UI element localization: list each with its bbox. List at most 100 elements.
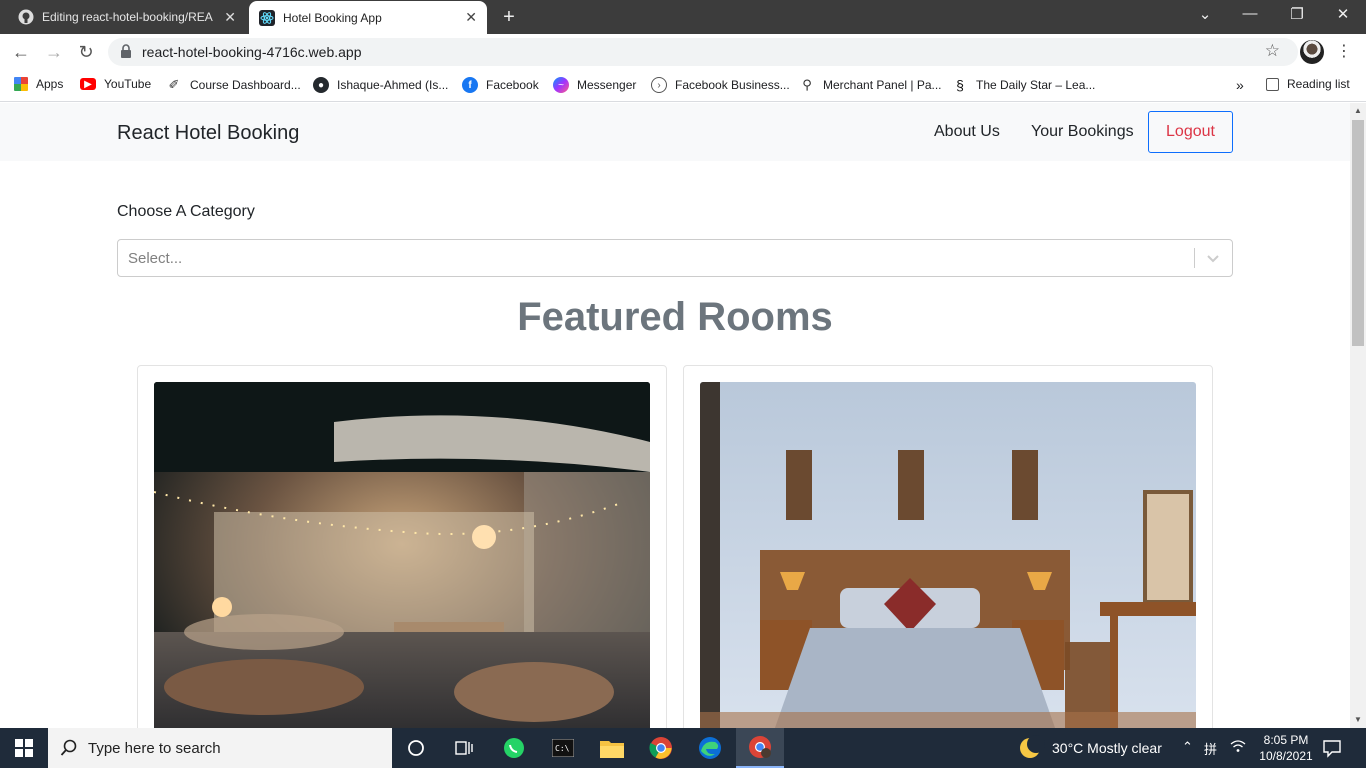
weather-text: 30°C Mostly clear <box>1052 740 1162 756</box>
profile-avatar[interactable] <box>1300 40 1324 64</box>
bookmark-facebook-business[interactable]: › Facebook Business... <box>651 77 790 93</box>
bookmark-star-icon[interactable]: ☆ <box>1265 41 1280 61</box>
task-view-icon[interactable] <box>440 728 488 768</box>
scroll-thumb[interactable] <box>1352 120 1364 346</box>
bookmark-label: The Daily Star – Lea... <box>976 78 1096 92</box>
select-separator <box>1194 248 1195 268</box>
chevron-down-icon[interactable] <box>1204 249 1222 267</box>
category-select[interactable]: Select... <box>117 239 1233 277</box>
bookmark-label: Apps <box>36 77 64 91</box>
lock-icon <box>121 44 131 58</box>
featured-rooms-heading: Featured Rooms <box>517 295 833 339</box>
close-tab-icon[interactable]: ✕ <box>224 9 236 26</box>
url-text: react-hotel-booking-4716c.web.app <box>142 44 362 60</box>
minimize-icon[interactable]: — <box>1240 5 1260 22</box>
tab-search-chevron-icon[interactable]: ⌄ <box>1195 5 1215 23</box>
scroll-down-icon[interactable]: ▼ <box>1350 712 1366 728</box>
logout-button[interactable]: Logout <box>1148 111 1233 153</box>
wifi-icon[interactable] <box>1230 739 1246 756</box>
file-explorer-icon[interactable] <box>588 728 636 768</box>
course-icon: ✐ <box>168 77 180 92</box>
messenger-icon: ~ <box>553 77 569 93</box>
bookmark-facebook[interactable]: f Facebook <box>462 77 539 93</box>
bookmark-apps[interactable]: Apps <box>14 77 63 91</box>
bookmark-label: Messenger <box>577 78 637 92</box>
keyboard-layout-icon[interactable]: 拼 <box>1204 739 1217 758</box>
bookmark-label: Facebook <box>486 78 539 92</box>
browser-toolbar: ← → ↻ react-hotel-booking-4716c.web.app … <box>0 34 1366 70</box>
svg-text:C:\: C:\ <box>555 744 570 753</box>
bookmark-label: Facebook Business... <box>675 78 790 92</box>
business-icon: › <box>651 77 667 93</box>
close-window-icon[interactable]: ✕ <box>1333 5 1353 23</box>
room-card[interactable] <box>683 365 1213 728</box>
page-scrollbar[interactable]: ▲ ▼ <box>1350 103 1366 728</box>
bookmark-merchant-panel[interactable]: ⚲ Merchant Panel | Pa... <box>799 77 942 93</box>
select-placeholder: Select... <box>128 250 183 267</box>
room-image-patio[interactable] <box>154 382 650 728</box>
nav-your-bookings[interactable]: Your Bookings <box>1031 123 1134 141</box>
restore-icon[interactable]: ❐ <box>1287 5 1307 23</box>
bookmark-daily-star[interactable]: § The Daily Star – Lea... <box>952 77 1095 93</box>
reading-list-icon <box>1266 77 1279 91</box>
room-image-bedroom[interactable] <box>700 382 1196 728</box>
search-icon <box>60 739 77 756</box>
category-label: Choose A Category <box>117 203 255 220</box>
search-placeholder: Type here to search <box>88 739 221 757</box>
bookmark-label: Merchant Panel | Pa... <box>823 78 942 92</box>
react-icon <box>259 9 275 26</box>
clock-time: 8:05 PM <box>1263 733 1309 747</box>
windows-taskbar: Type here to search C:\ 30°C Mostly clea… <box>0 728 1366 768</box>
taskbar-search-box[interactable]: Type here to search <box>48 728 392 768</box>
chrome-profile-icon[interactable] <box>736 728 784 768</box>
edge-icon[interactable] <box>686 728 734 768</box>
bookmarks-bar: Apps ▶ YouTube ✐ Course Dashboard... ● I… <box>0 70 1366 102</box>
windows-start-icon[interactable] <box>0 728 48 768</box>
browser-tab-strip: Editing react-hotel-booking/REA ✕ Hotel … <box>0 0 1366 34</box>
tab-title: Editing react-hotel-booking/REA <box>42 10 213 24</box>
scroll-up-icon[interactable]: ▲ <box>1350 103 1366 119</box>
back-icon[interactable]: ← <box>10 42 32 63</box>
bookmark-github-profile[interactable]: ● Ishaque-Ahmed (Is... <box>313 77 448 93</box>
tray-chevron-up-icon[interactable]: ⌃ <box>1182 739 1193 755</box>
bookmark-label: Ishaque-Ahmed (Is... <box>337 78 449 92</box>
notification-icon[interactable] <box>1322 738 1342 758</box>
bookmark-label: YouTube <box>104 77 152 91</box>
reading-list-button[interactable]: Reading list <box>1266 77 1350 91</box>
daily-star-icon: § <box>956 77 964 93</box>
youtube-icon: ▶ <box>80 78 96 90</box>
facebook-icon: f <box>462 77 478 93</box>
browser-menu-icon[interactable]: ⋮ <box>1336 41 1352 61</box>
web-page: React Hotel Booking About Us Your Bookin… <box>0 103 1350 728</box>
apps-grid-icon <box>14 77 28 91</box>
close-tab-icon[interactable]: ✕ <box>465 9 477 26</box>
cortana-icon[interactable] <box>392 728 440 768</box>
github-icon: ● <box>313 77 329 93</box>
nav-about-us[interactable]: About Us <box>934 123 1000 141</box>
more-bookmarks-icon[interactable]: » <box>1236 77 1244 93</box>
bookmark-messenger[interactable]: ~ Messenger <box>553 77 636 93</box>
tab-editing-repo[interactable]: Editing react-hotel-booking/REA ✕ <box>8 0 246 34</box>
app-navbar: React Hotel Booking About Us Your Bookin… <box>0 103 1350 161</box>
system-clock[interactable]: 8:05 PM 10/8/2021 <box>1250 732 1322 764</box>
chrome-icon[interactable] <box>637 728 685 768</box>
github-icon <box>18 9 34 25</box>
forward-icon[interactable]: → <box>43 42 65 63</box>
clock-date: 10/8/2021 <box>1259 749 1313 763</box>
bicycle-icon: ⚲ <box>802 77 812 92</box>
tab-hotel-booking[interactable]: Hotel Booking App ✕ <box>249 1 487 34</box>
whatsapp-icon[interactable] <box>490 728 538 768</box>
terminal-icon[interactable]: C:\ <box>539 728 587 768</box>
bookmark-course-dashboard[interactable]: ✐ Course Dashboard... <box>166 77 301 93</box>
new-tab-icon[interactable]: + <box>498 6 520 29</box>
bookmark-label: Course Dashboard... <box>190 78 301 92</box>
brand-link[interactable]: React Hotel Booking <box>117 122 299 145</box>
bookmark-youtube[interactable]: ▶ YouTube <box>80 77 151 91</box>
room-card[interactable] <box>137 365 667 728</box>
address-bar[interactable]: react-hotel-booking-4716c.web.app ☆ <box>108 38 1298 66</box>
moon-icon <box>1020 735 1045 758</box>
weather-widget[interactable]: 30°C Mostly clear <box>1020 735 1162 758</box>
reload-icon[interactable]: ↻ <box>75 42 97 63</box>
tab-title: Hotel Booking App <box>283 10 382 25</box>
reading-list-label: Reading list <box>1287 77 1350 91</box>
